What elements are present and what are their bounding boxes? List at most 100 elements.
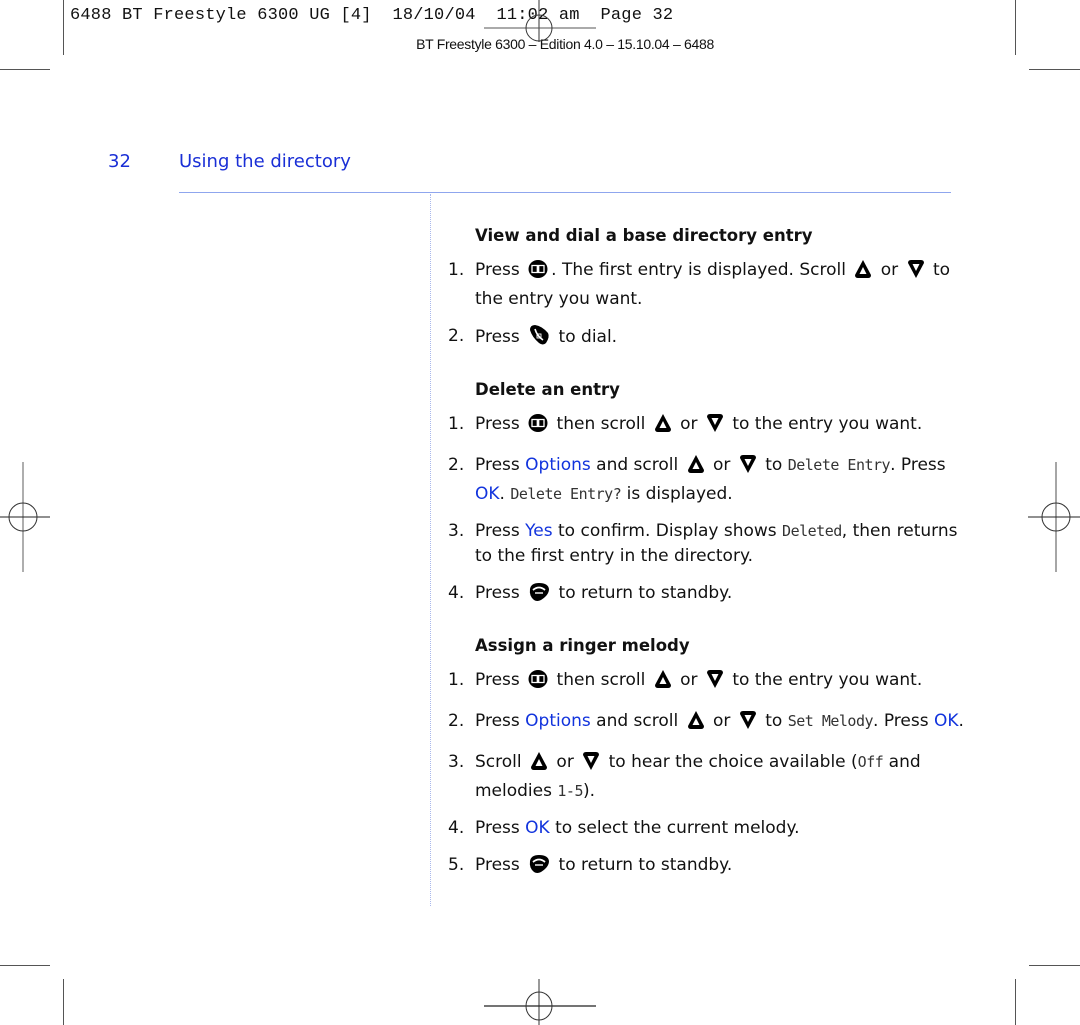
section-heading: Assign a ringer melody: [475, 636, 690, 655]
step-text: to dial.: [553, 327, 618, 347]
step-text: or: [875, 260, 904, 280]
step-item: 3. Press Yes to confirm. Display shows De…: [448, 519, 968, 569]
display-text: Set Melody: [787, 712, 874, 730]
registration-mark-left: [0, 462, 50, 572]
scroll-up-icon: [687, 710, 705, 738]
display-text: Off: [857, 753, 884, 771]
end-call-icon: [528, 854, 550, 882]
step-item: 1. Press then scroll or to the entry you …: [448, 668, 968, 697]
step-text: Press: [475, 711, 526, 731]
step-text: Press: [475, 818, 526, 838]
step-item: 2. Press Options and scroll or to Set Mel…: [448, 709, 968, 738]
step-text: to return to standby.: [553, 855, 733, 875]
step-text: is displayed.: [621, 484, 733, 504]
section-ringer-melody: Assign a ringer melody 1. Press then scro…: [448, 634, 968, 882]
registration-mark-top: [484, 0, 596, 42]
step-number: 1.: [448, 260, 465, 280]
section-heading: View and dial a base directory entry: [475, 226, 813, 245]
step-number: 2.: [448, 326, 465, 346]
step-text: Press: [475, 414, 526, 434]
step-text: to confirm. Display shows: [552, 521, 783, 541]
crop-mark: [1015, 979, 1016, 1025]
step-text: to the entry you want.: [726, 414, 923, 434]
steps-list: 1. Press then scroll or to the entry you …: [448, 412, 968, 610]
step-number: 5.: [448, 855, 465, 875]
step-text: to the entry you want.: [726, 670, 923, 690]
step-text: or: [674, 414, 703, 434]
step-text: to: [759, 711, 788, 731]
step-text: Press: [475, 583, 526, 603]
step-text: or: [707, 711, 736, 731]
crop-mark: [1029, 965, 1080, 966]
column-divider: [430, 194, 431, 906]
softkey-label: Options: [525, 711, 591, 731]
step-text: and scroll: [590, 455, 684, 475]
section-view-dial: View and dial a base directory entry 1. P…: [448, 224, 968, 354]
steps-list: 1. Press . The first entry is displayed. …: [448, 258, 968, 354]
step-item: 2. Press Options and scroll or to Delete …: [448, 453, 968, 507]
scroll-up-icon: [854, 259, 872, 287]
step-text: Press: [475, 521, 526, 541]
step-number: 2.: [448, 711, 465, 731]
softkey-label: Yes: [525, 521, 553, 541]
step-item: 4. Press OK to select the current melody.: [448, 816, 968, 841]
step-item: 5. Press to return to standby.: [448, 853, 968, 882]
display-text: Delete Entry?: [510, 485, 622, 503]
section-delete-entry: Delete an entry 1. Press then scroll or t…: [448, 378, 968, 610]
step-text: Press: [475, 855, 526, 875]
step-item: 1. Press then scroll or to the entry you …: [448, 412, 968, 441]
step-number: 4.: [448, 818, 465, 838]
display-text: Delete Entry: [787, 456, 891, 474]
step-number: 3.: [448, 521, 465, 541]
display-text: 1-5: [557, 782, 583, 800]
talk-icon: [528, 324, 550, 354]
page-number: 32: [108, 151, 131, 172]
step-number: 4.: [448, 583, 465, 603]
scroll-up-icon: [530, 751, 548, 779]
scroll-up-icon: [687, 454, 705, 482]
step-text: .: [499, 484, 511, 504]
softkey-label: OK: [475, 484, 500, 504]
crop-mark: [1015, 0, 1016, 55]
step-text: . Press: [890, 455, 946, 475]
directory-book-icon: [528, 413, 548, 441]
step-number: 1.: [448, 414, 465, 434]
section-heading: Delete an entry: [475, 380, 620, 399]
crop-mark: [0, 69, 50, 70]
crop-mark: [63, 979, 64, 1025]
crop-mark: [1029, 69, 1080, 70]
step-text: or: [707, 455, 736, 475]
softkey-label: Options: [525, 455, 591, 475]
step-text: to hear the choice available (: [603, 752, 858, 772]
crop-mark: [0, 965, 50, 966]
step-text: .: [958, 711, 964, 731]
instructions-column: View and dial a base directory entry 1. P…: [448, 224, 968, 906]
step-text: then scroll: [551, 670, 651, 690]
registration-mark-right: [1028, 462, 1080, 572]
step-text: to return to standby.: [553, 583, 733, 603]
step-number: 2.: [448, 455, 465, 475]
scroll-down-icon: [739, 710, 757, 738]
step-item: 2. Press to dial.: [448, 324, 968, 354]
step-item: 3. Scroll or to hear the choice available…: [448, 750, 968, 804]
step-number: 1.: [448, 670, 465, 690]
step-item: 4. Press to return to standby.: [448, 581, 968, 610]
step-text: Press: [475, 670, 526, 690]
step-text: . The first entry is displayed. Scroll: [551, 260, 852, 280]
step-text: to select the current melody.: [549, 818, 800, 838]
step-text: Press: [475, 327, 526, 347]
scroll-down-icon: [739, 454, 757, 482]
step-text: Scroll: [475, 752, 528, 772]
softkey-label: OK: [525, 818, 550, 838]
scroll-down-icon: [706, 669, 724, 697]
step-text: and scroll: [590, 711, 684, 731]
softkey-label: OK: [933, 711, 959, 731]
steps-list: 1. Press then scroll or to the entry you …: [448, 668, 968, 882]
edition-line: BT Freestyle 6300 – Edition 4.0 – 15.10.…: [416, 36, 714, 52]
step-number: 3.: [448, 752, 465, 772]
step-text: or: [674, 670, 703, 690]
step-text: . Press: [873, 711, 934, 731]
section-title: Using the directory: [179, 151, 351, 172]
header-rule: [179, 192, 951, 193]
end-call-icon: [528, 582, 550, 610]
